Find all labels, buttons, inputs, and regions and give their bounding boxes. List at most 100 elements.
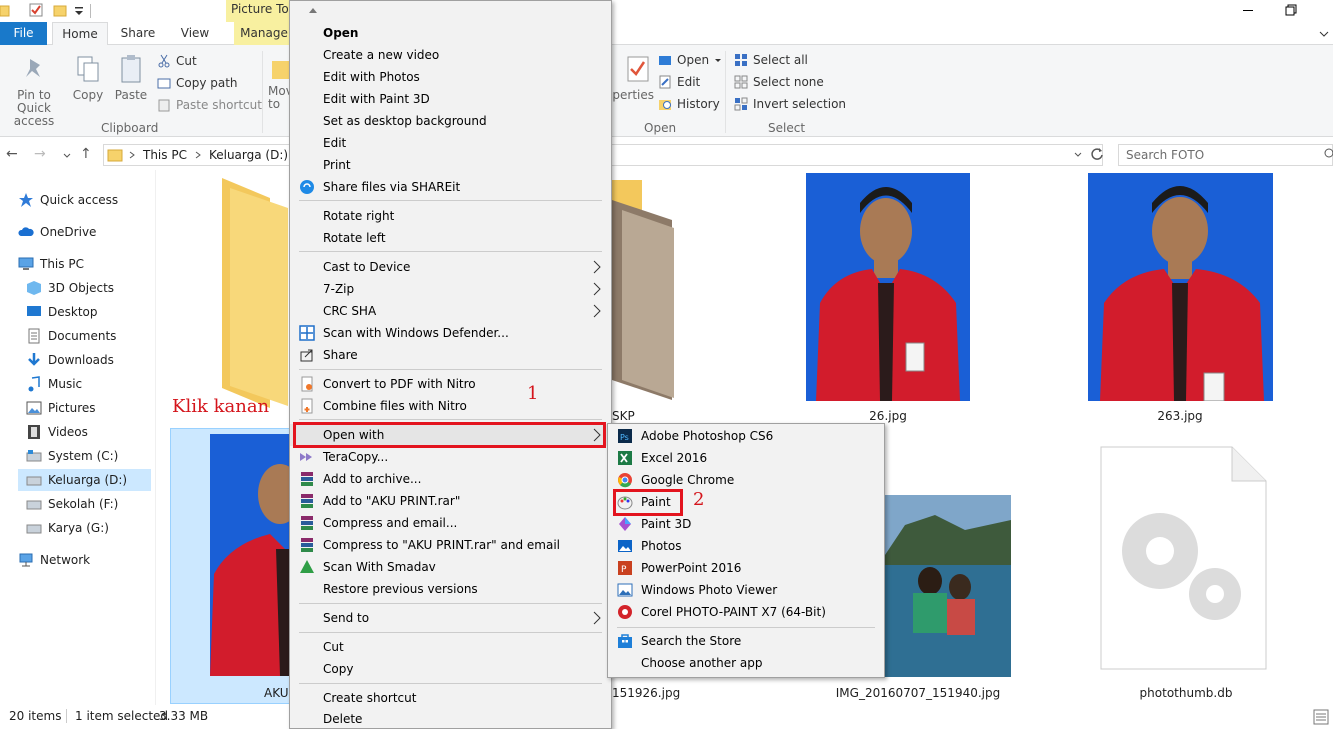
menu-edit[interactable]: Edit [290,132,611,154]
app-photoshop[interactable]: Ps Adobe Photoshop CS6 [608,425,884,447]
menu-teracopy[interactable]: TeraCopy... [290,446,611,468]
back-arrow-icon[interactable]: ← [6,146,18,162]
details-view-icon[interactable] [1313,709,1329,725]
menu-edit-with-photos[interactable]: Edit with Photos [290,66,611,88]
menu-copy[interactable]: Copy [290,658,611,680]
tab-home[interactable]: Home [52,22,108,46]
app-windows-photo-viewer[interactable]: Windows Photo Viewer [608,579,884,601]
menu-print[interactable]: Print [290,154,611,176]
tab-file[interactable]: File [0,22,47,45]
menu-share-shareit[interactable]: Share files via SHAREit [290,176,611,198]
refresh-icon[interactable] [1089,146,1105,162]
nav-documents[interactable]: Documents [26,325,116,347]
select-all-button[interactable]: Select all [734,50,808,70]
forward-arrow-icon[interactable]: → [34,146,46,162]
app-corel-photo-paint[interactable]: Corel PHOTO-PAINT X7 (64-Bit) [608,601,884,623]
folder-skp-tile[interactable] [612,180,676,400]
menu-create-new-video[interactable]: Create a new video [290,44,611,66]
nav-videos[interactable]: Videos [26,421,88,443]
cut-button[interactable]: Cut [157,51,197,71]
properties-button[interactable]: perties [606,53,654,102]
photo-img151940-tile[interactable] [885,495,1011,677]
paste-button[interactable]: Paste [113,53,149,102]
copy-path-button[interactable]: Copy path [157,73,238,93]
menu-add-to-archive[interactable]: Add to archive... [290,468,611,490]
select-none-button[interactable]: Select none [734,72,824,92]
breadcrumb-this-pc[interactable]: This PC [143,148,187,162]
nav-downloads[interactable]: Downloads [26,349,114,371]
search-icon[interactable] [1322,148,1333,162]
properties-icon[interactable] [29,3,43,17]
nav-keluarga-d[interactable]: Keluarga (D:) [18,469,151,491]
app-choose-another[interactable]: Choose another app [608,652,884,674]
app-paint3d[interactable]: Paint 3D [608,513,884,535]
menu-edit-with-paint3d[interactable]: Edit with Paint 3D [290,88,611,110]
invert-selection-button[interactable]: Invert selection [734,94,846,114]
scroll-up-icon[interactable] [308,6,318,14]
edit-button[interactable]: Edit [658,72,700,92]
nav-quick-access[interactable]: Quick access [18,189,118,211]
menu-create-shortcut[interactable]: Create shortcut [290,687,611,709]
history-button[interactable]: History [658,94,720,114]
menu-7zip[interactable]: 7-Zip [290,278,611,300]
app-chrome[interactable]: Google Chrome [608,469,884,491]
app-search-store[interactable]: Search the Store [608,630,884,652]
paint3d-icon [619,517,631,531]
app-photos[interactable]: Photos [608,535,884,557]
nav-sekolah-f[interactable]: Sekolah (F:) [26,493,118,515]
photo-263-tile[interactable] [1088,173,1273,402]
restore-icon[interactable] [1283,2,1299,18]
breadcrumb-keluarga[interactable]: Keluarga (D:) [209,148,288,162]
minimize-icon[interactable] [1240,2,1256,18]
nav-onedrive[interactable]: OneDrive [18,221,96,243]
tab-manage[interactable]: Manage [234,22,294,45]
menu-compress-email[interactable]: Compress and email... [290,512,611,534]
folder-tile[interactable] [220,178,290,408]
menu-crc-sha[interactable]: CRC SHA [290,300,611,322]
open-button[interactable]: Open [658,50,722,70]
search-input[interactable]: Search FOTO [1118,144,1333,166]
menu-open[interactable]: Open [290,22,611,44]
nav-desktop[interactable]: Desktop [26,301,98,323]
nav-network[interactable]: Network [18,549,90,571]
menu-restore-previous[interactable]: Restore previous versions [290,578,611,600]
menu-cast-to-device[interactable]: Cast to Device [290,256,611,278]
pin-to-quick-access-button[interactable]: Pin to Quick access [2,53,66,128]
recent-locations-chevron-icon[interactable] [62,151,72,161]
app-powerpoint[interactable]: P PowerPoint 2016 [608,557,884,579]
menu-cut[interactable]: Cut [290,636,611,658]
move-to-button[interactable]: Mov to [268,53,294,111]
tab-view[interactable]: View [174,22,216,45]
chevron-down-icon[interactable] [1318,28,1330,40]
menu-rotate-right[interactable]: Rotate right [290,205,611,227]
paste-shortcut-button[interactable]: Paste shortcut [157,95,262,115]
nav-music[interactable]: Music [26,373,82,395]
tab-share[interactable]: Share [114,22,162,45]
customize-quick-access-icon[interactable] [72,3,86,17]
menu-share[interactable]: Share [290,344,611,366]
menu-compress-aku-email[interactable]: Compress to "AKU PRINT.rar" and email [290,534,611,556]
nav-karya-g[interactable]: Karya (G:) [26,517,109,539]
nav-pictures-label: Pictures [48,401,96,415]
menu-send-to[interactable]: Send to [290,607,611,629]
menu-delete[interactable]: Delete [290,708,611,729]
nav-system-c[interactable]: System (C:) [26,445,118,467]
nav-pictures[interactable]: Pictures [26,397,96,419]
menu-rotate-left[interactable]: Rotate left [290,227,611,249]
menu-combine-nitro[interactable]: Combine files with Nitro [290,395,611,417]
new-folder-icon[interactable] [53,3,67,17]
menu-scan-smadav[interactable]: Scan With Smadav [290,556,611,578]
menu-add-to-aku-rar[interactable]: Add to "AKU PRINT.rar" [290,490,611,512]
copy-button[interactable]: Copy [70,53,106,102]
photo-aku-tile-selected[interactable] [170,428,290,704]
menu-set-desktop-background[interactable]: Set as desktop background [290,110,611,132]
nav-this-pc[interactable]: This PC [18,253,84,275]
file-photothumb-tile[interactable] [1100,446,1267,670]
nav-3d-objects[interactable]: 3D Objects [26,277,114,299]
address-dropdown-icon[interactable] [1073,150,1083,160]
app-excel[interactable]: Excel 2016 [608,447,884,469]
photo-26-tile[interactable] [806,173,970,401]
up-arrow-icon[interactable]: ↑ [80,146,92,162]
menu-scan-defender[interactable]: Scan with Windows Defender... [290,322,611,344]
menu-convert-pdf-nitro[interactable]: Convert to PDF with Nitro [290,373,611,395]
